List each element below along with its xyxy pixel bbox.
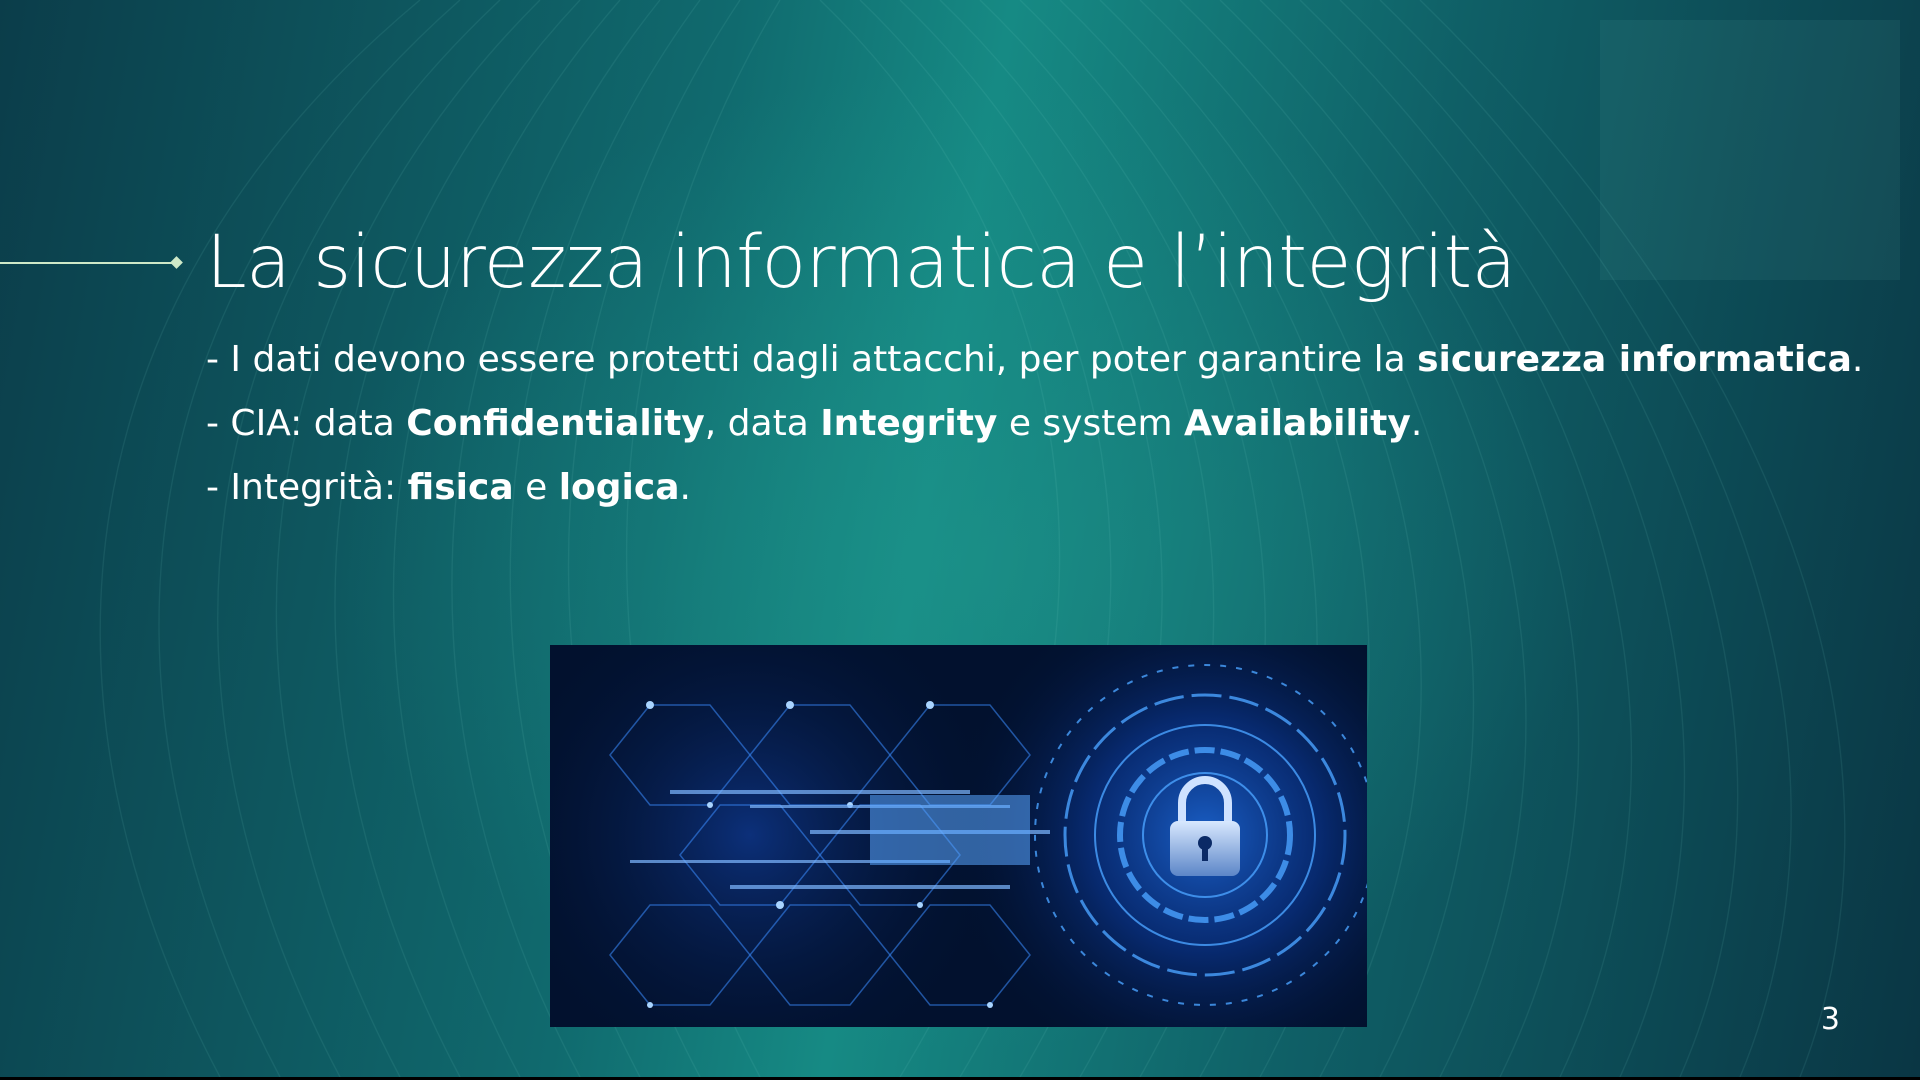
bullet-bold-text: Availability xyxy=(1184,403,1411,444)
title-accent-line xyxy=(0,262,176,264)
cybersecurity-image xyxy=(550,645,1367,1027)
bullet-text: - I dati devono essere protetti dagli at… xyxy=(206,339,1418,380)
bullet-item: - Integrità: fisica e logica. xyxy=(206,456,1863,520)
bullet-item: - CIA: data Confidentiality, data Integr… xyxy=(206,392,1863,456)
bullet-text: - CIA: data xyxy=(206,403,407,444)
bullet-bold-text: Confidentiality xyxy=(406,403,705,444)
bullet-text: , data xyxy=(704,403,821,444)
slide-page-number: 3 xyxy=(1820,1002,1840,1037)
bullet-bold-text: Integrity xyxy=(820,403,998,444)
slide: La sicurezza informatica e l’integrità -… xyxy=(0,0,1920,1077)
bullet-text: e system xyxy=(997,403,1185,444)
bullet-text: - Integrità: xyxy=(206,467,408,508)
bullet-list: - I dati devono essere protetti dagli at… xyxy=(206,328,1863,520)
cybersecurity-illustration xyxy=(550,645,1367,1027)
bullet-bold-text: fisica xyxy=(407,467,514,508)
bullet-text: . xyxy=(1851,339,1864,380)
bullet-text: . xyxy=(679,467,691,508)
bullet-bold-text: sicurezza informatica xyxy=(1417,339,1852,380)
bullet-text: . xyxy=(1410,403,1423,444)
slide-title: La sicurezza informatica e l’integrità xyxy=(206,220,1516,305)
bullet-text: e xyxy=(513,467,559,508)
bullet-bold-text: logica xyxy=(558,467,680,508)
bullet-item: - I dati devono essere protetti dagli at… xyxy=(206,328,1863,392)
